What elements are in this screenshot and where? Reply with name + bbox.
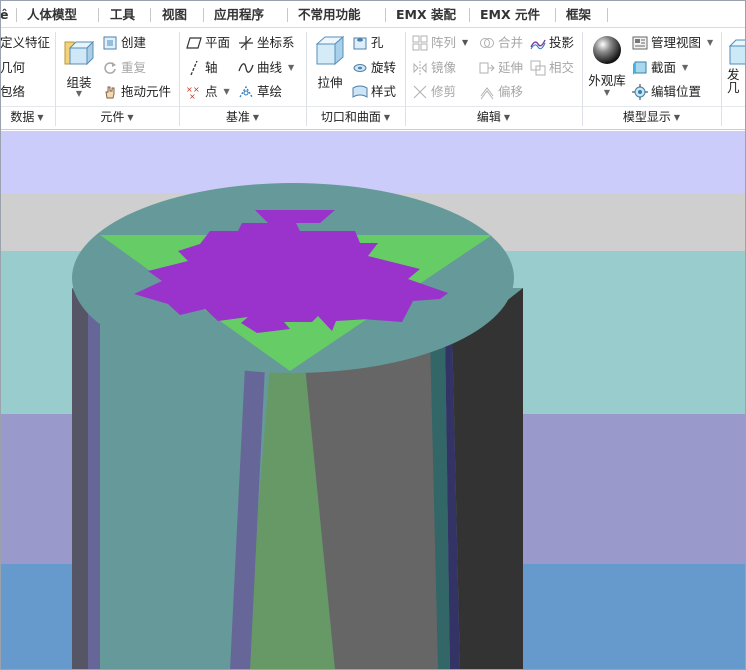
menu-bar: ê 人体模型 工具 视图 应用程序 不常用功能 EMX 装配 EMX 元件 框架 <box>0 0 746 28</box>
repeat-icon <box>104 62 116 74</box>
project-button[interactable]: 投影 <box>530 33 574 53</box>
menu-separator <box>385 8 386 22</box>
menu-tab-frame[interactable]: 框架 <box>566 6 591 24</box>
trim-icon <box>413 85 427 99</box>
menu-tab-uncommon[interactable]: 不常用功能 <box>298 6 361 24</box>
merge-button[interactable]: 合并 <box>479 33 523 53</box>
drag-hand-icon <box>105 86 115 99</box>
menu-separator <box>16 8 17 22</box>
menu-tab-applications[interactable]: 应用程序 <box>214 6 264 24</box>
cylinder-model-view[interactable] <box>0 131 746 670</box>
sketch-icon <box>239 85 253 98</box>
revolve-icon <box>353 64 367 72</box>
ribbon-label-divider <box>0 106 746 107</box>
pattern-button[interactable]: 阵列 ▼ <box>412 33 468 53</box>
extend-button[interactable]: 延伸 <box>479 58 523 78</box>
curve-button[interactable]: 曲线 ▼ <box>238 58 294 78</box>
create-button[interactable]: 创建 <box>102 33 146 53</box>
group-label-component[interactable]: 元件 ▼ <box>56 108 178 126</box>
menu-tab-partial[interactable]: ê <box>0 6 8 24</box>
envelope-button[interactable]: 包络 <box>0 82 25 102</box>
group-label-data[interactable]: 数据 ▼ <box>0 108 54 126</box>
appearance-library-button[interactable]: 外观库 ▼ <box>585 34 629 97</box>
menu-tab-human-model[interactable]: 人体模型 <box>27 6 77 24</box>
publish-geometry-icon <box>728 39 746 65</box>
group-label-edit[interactable]: 编辑 ▼ <box>406 108 581 126</box>
extrude-button[interactable]: 拉伸 <box>310 34 350 91</box>
hole-icon <box>353 37 367 50</box>
menu-separator <box>469 8 470 22</box>
offset-icon <box>480 87 494 100</box>
point-button[interactable]: × × × 点 ▼ <box>186 82 230 102</box>
pattern-icon <box>412 35 428 51</box>
extend-icon <box>479 62 495 74</box>
coordinate-system-icon <box>239 36 253 50</box>
assemble-icon <box>64 40 95 66</box>
drag-component-button[interactable]: 拖动元件 <box>102 82 171 102</box>
curve-icon <box>238 63 254 73</box>
background-band <box>0 131 746 193</box>
menu-tab-emx-assembly[interactable]: EMX 装配 <box>396 6 456 24</box>
style-surface-icon <box>352 85 368 98</box>
geometry-button[interactable]: 几何 <box>0 58 25 78</box>
point-icon: × ×× <box>186 85 200 100</box>
coordinate-system-button[interactable]: 坐标系 <box>238 33 295 53</box>
manage-views-button[interactable]: 管理视图 ▼ <box>632 33 713 53</box>
axis-icon <box>190 60 198 76</box>
svg-text:×: × <box>189 92 196 100</box>
hole-button[interactable]: 孔 <box>352 33 384 53</box>
manage-views-icon <box>632 36 648 50</box>
sketch-button[interactable]: 草绘 <box>238 82 282 102</box>
axis-button[interactable]: 轴 <box>186 58 218 78</box>
menu-separator <box>555 8 556 22</box>
extrude-icon <box>315 35 345 66</box>
group-label-datum[interactable]: 基准 ▼ <box>180 108 305 126</box>
mirror-button[interactable]: 镜像 <box>412 58 456 78</box>
define-feature-button[interactable]: 定义特征 <box>0 33 50 53</box>
appearance-sphere-icon <box>593 36 621 64</box>
menu-separator <box>98 8 99 22</box>
plane-button[interactable]: 平面 <box>186 33 230 53</box>
menu-separator <box>607 8 608 22</box>
section-icon <box>633 61 647 75</box>
menu-separator <box>287 8 288 22</box>
project-icon <box>530 39 546 50</box>
menu-tab-tools[interactable]: 工具 <box>110 6 135 24</box>
mirror-icon <box>413 61 427 75</box>
create-icon <box>103 36 117 50</box>
menu-tab-emx-component[interactable]: EMX 元件 <box>480 6 540 24</box>
revolve-button[interactable]: 旋转 <box>352 58 396 78</box>
style-button[interactable]: 样式 <box>352 82 396 102</box>
publish-geometry-button[interactable]: 发 几 <box>727 34 746 94</box>
group-label-model-display[interactable]: 模型显示 ▼ <box>583 108 720 126</box>
group-separator <box>721 32 722 126</box>
plane-icon <box>186 37 202 49</box>
merge-icon <box>480 38 494 48</box>
assemble-button[interactable]: 组装 ▼ <box>60 36 98 98</box>
edit-position-icon <box>632 84 648 100</box>
section-button[interactable]: 截面 ▼ <box>632 58 688 78</box>
ribbon: 定义特征 几何 包络 数据 ▼ 组装 ▼ 创建 重复 拖动元件 元件 ▼ 平面 坐标系… <box>0 28 746 130</box>
graphics-viewport[interactable] <box>0 131 746 670</box>
offset-button[interactable]: 偏移 <box>479 82 523 102</box>
edit-position-button[interactable]: 编辑位置 <box>632 82 701 102</box>
menu-separator <box>150 8 151 22</box>
trim-button[interactable]: 修剪 <box>412 82 456 102</box>
repeat-button[interactable]: 重复 <box>102 58 146 78</box>
menu-tab-view[interactable]: 视图 <box>162 6 187 24</box>
intersect-icon <box>530 60 546 76</box>
intersect-button[interactable]: 相交 <box>530 58 574 78</box>
group-label-cut-surface[interactable]: 切口和曲面 ▼ <box>307 108 404 126</box>
menu-separator <box>203 8 204 22</box>
